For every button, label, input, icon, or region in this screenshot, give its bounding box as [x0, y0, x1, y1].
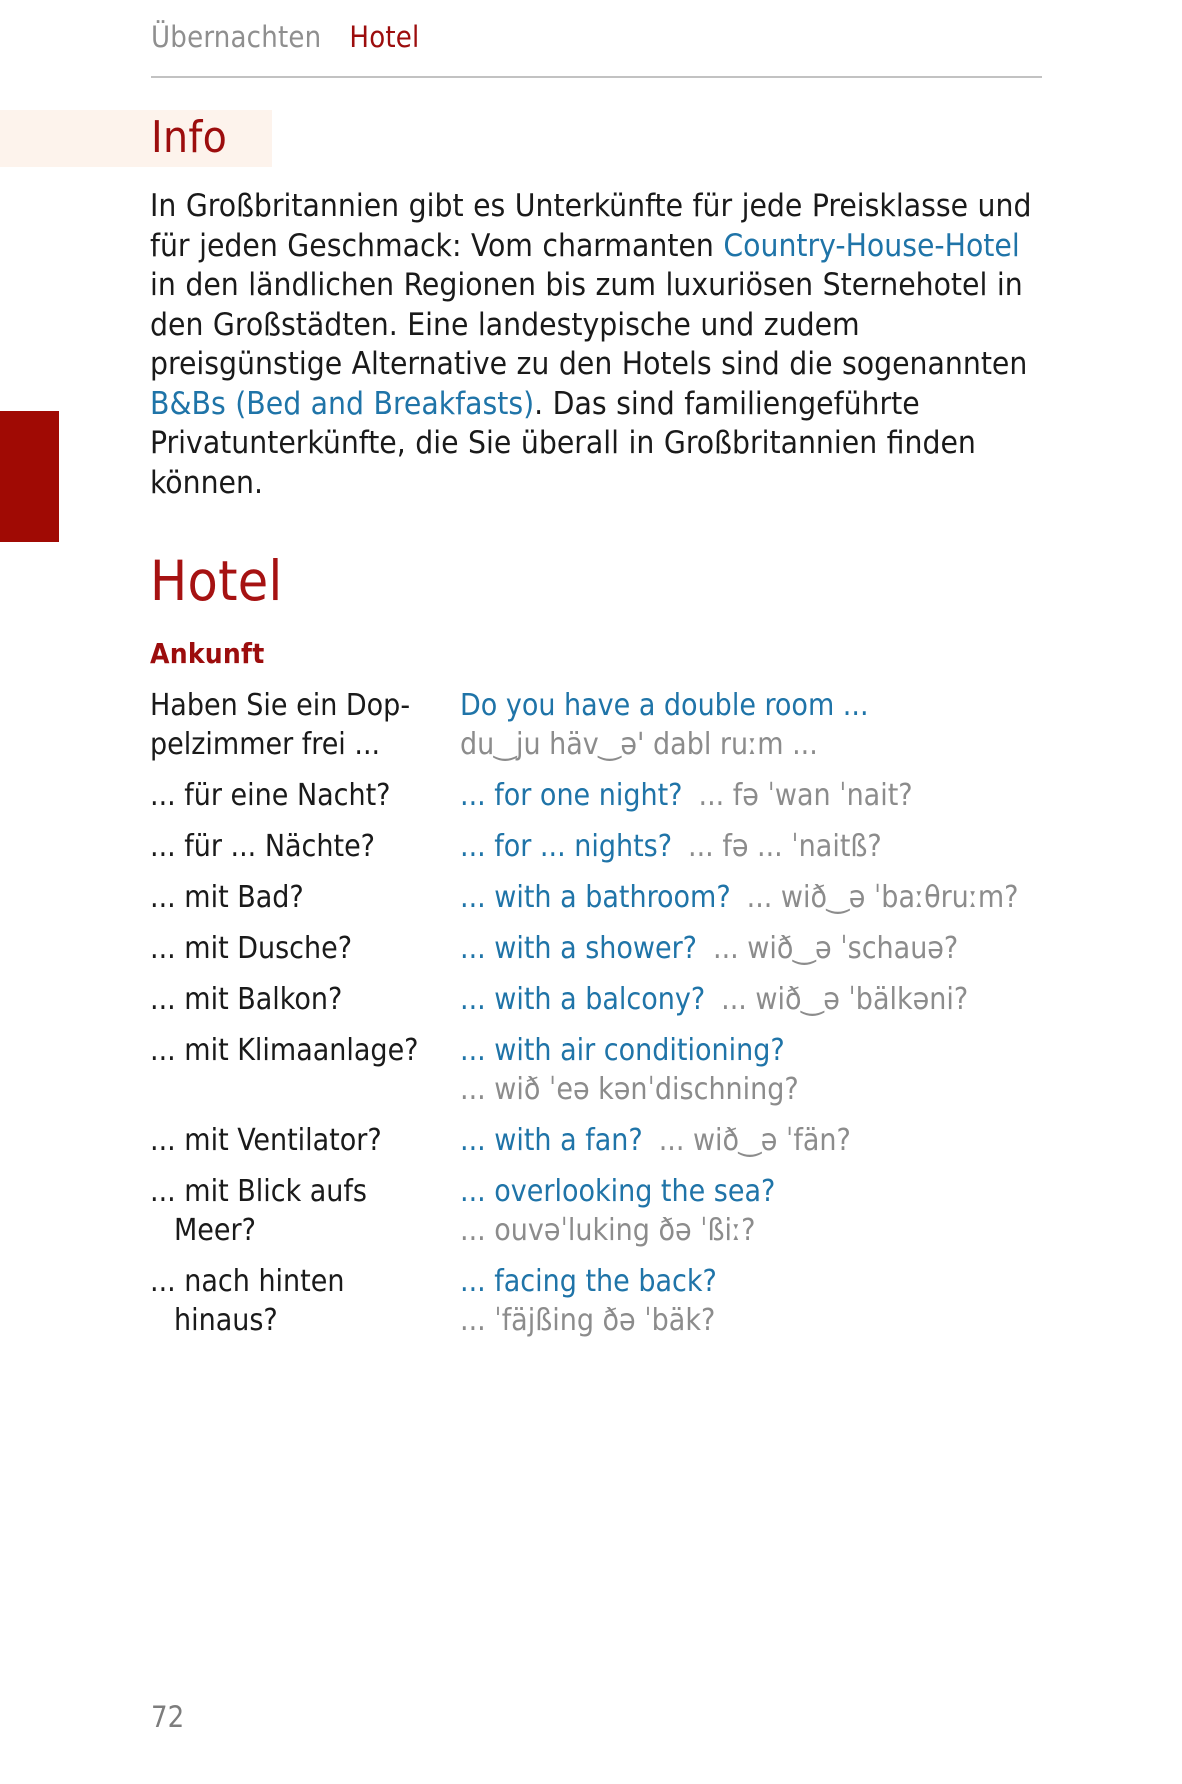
phrase-pronunciation: ... wið‿ə ˈschauə? [713, 931, 959, 966]
info-paragraph: In Großbritannien gibt es Unterkünfte fü… [150, 187, 1052, 503]
phrase-pronunciation: ... fə ˈwan ˈnait? [698, 778, 913, 813]
phrase-german-line: ... mit Blick aufs [150, 1174, 367, 1209]
phrase-row: ... mit Dusche? ... with a shower? ... wið… [150, 929, 1070, 968]
phrase-english: ... with a fan? ... wið‿ə ˈfän? [460, 1121, 1070, 1160]
phrase-row: ... mit Ventilator?... with a fan?... wi… [150, 1121, 1070, 1160]
info-heading-background [0, 110, 272, 167]
phrase-row: Haben Sie ein Dop-pelzimmer frei ... Do y… [150, 686, 1070, 764]
phrase-english: ... for one night? ... fə ˈwan ˈnait? [460, 776, 1070, 815]
chapter-edge-tab [0, 411, 59, 542]
phrase-english: ... with air conditioning? ... wið ˈeə kə… [460, 1031, 1070, 1109]
phrase-english-text: ... with a shower? [460, 931, 697, 966]
phrase-german-line: ... mit Balkon? [150, 982, 343, 1017]
phrase-german-line: ... für ... Nächte? [150, 829, 375, 864]
phrase-row: ... mit Bad? ... with a bathroom? ... wið‿… [150, 878, 1070, 917]
info-term-highlight: B&Bs (Bed and Breakfasts) [150, 385, 535, 422]
phrase-row: ... mit Blick aufs Meer? ... overlooking t… [150, 1172, 1070, 1250]
phrase-german: ... für eine Nacht? [150, 776, 460, 815]
phrase-german-line: ... mit Dusche? [150, 931, 353, 966]
phrase-english: ... with a balcony? ... wið‿ə ˈbälkəni? [460, 980, 1070, 1019]
phrase-english: ... facing the back? ... ˈfäjßing ðə ˈbäk… [460, 1262, 1070, 1340]
breadcrumb-topic: Hotel [349, 20, 420, 54]
phrase-english-text: ... with a balcony? [460, 982, 706, 1017]
phrase-german-line: ... mit Klimaanlage? [150, 1033, 419, 1068]
phrase-english-text: ... with air conditioning? [460, 1033, 785, 1068]
phrase-german-line: hinaus? [174, 1303, 278, 1338]
header-divider [151, 76, 1042, 78]
section-title: Hotel [150, 549, 283, 613]
phrase-english: ... for ... nights? ... fə ... ˈnaitß? [460, 827, 1070, 866]
phrase-german: ... mit Dusche? [150, 929, 460, 968]
phrase-row: ... mit Balkon?... with a balcony?... wi… [150, 980, 1070, 1019]
phrase-german-line: Haben Sie ein Dop- [150, 688, 411, 723]
running-header: Übernachten Hotel [0, 0, 1182, 84]
phrase-german: ... mit Ventilator? [150, 1121, 460, 1160]
phrase-row: ... für ... Nächte? ... for ... nights?..… [150, 827, 1070, 866]
phrase-english-text: ... with a fan? [460, 1123, 643, 1158]
phrase-english-text: ... with a bathroom? [460, 880, 731, 915]
phrase-english-text: ... for one night? [460, 778, 683, 813]
phrase-english-text: ... overlooking the sea? [460, 1174, 776, 1209]
phrase-english-text: ... for ... nights? [460, 829, 673, 864]
phrase-pronunciation: ... wið‿ə ˈbälkəni? [721, 982, 969, 1017]
phrase-table: Haben Sie ein Dop-pelzimmer frei ... Do y… [150, 686, 1070, 1352]
phrase-german: ... mit Blick aufs Meer? [150, 1172, 460, 1250]
phrase-german: ... nach hinten hinaus? [150, 1262, 460, 1340]
phrase-row: ... mit Klimaanlage? ... with air conditi… [150, 1031, 1070, 1109]
phrase-german: ... für ... Nächte? [150, 827, 460, 866]
phrase-german-line: ... mit Bad? [150, 880, 304, 915]
section-subtitle: Ankunft [150, 637, 265, 670]
phrase-pronunciation: ... ˈfäjßing ðə ˈbäk? [460, 1303, 716, 1338]
phrase-pronunciation: ... fə ... ˈnaitß? [688, 829, 882, 864]
phrase-german-line: Meer? [174, 1213, 256, 1248]
phrase-german: ... mit Klimaanlage? [150, 1031, 460, 1070]
phrase-german-line: ... mit Ventilator? [150, 1123, 382, 1158]
info-heading: Info [151, 112, 228, 163]
phrase-german-line: ... für eine Nacht? [150, 778, 391, 813]
phrase-row: ... für eine Nacht? ... for one night?...… [150, 776, 1070, 815]
info-text-run: in den ländlichen Regionen bis zum luxur… [150, 267, 1028, 382]
phrase-pronunciation: ... ouvəˈluking ðə ˈßiː? [460, 1213, 756, 1248]
phrase-english: ... with a bathroom? ... wið‿ə ˈbaːθruːm? [460, 878, 1070, 917]
phrase-english-text: ... facing the back? [460, 1264, 717, 1299]
breadcrumb: Übernachten Hotel [151, 20, 420, 54]
phrase-pronunciation: ... wið‿ə ˈbaːθruːm? [746, 880, 1019, 915]
phrase-german: ... mit Bad? [150, 878, 460, 917]
phrase-german-line: pelzimmer frei ... [150, 727, 381, 762]
breadcrumb-section: Übernachten [151, 20, 322, 54]
phrase-english-text: Do you have a double room ... [460, 688, 869, 723]
phrase-english: ... overlooking the sea? ... ouvəˈluking … [460, 1172, 1070, 1250]
page-number: 72 [151, 1700, 185, 1734]
phrase-pronunciation: du‿ju häv‿ə' dabl ruːm ... [460, 727, 818, 762]
phrase-english: ... with a shower? ... wið‿ə ˈschauə? [460, 929, 1070, 968]
phrase-german: Haben Sie ein Dop-pelzimmer frei ... [150, 686, 460, 764]
phrase-pronunciation: ... wið‿ə ˈfän? [658, 1123, 851, 1158]
info-term-highlight: Country-House-Hotel [723, 227, 1020, 264]
phrase-english: Do you have a double room ... du‿ju häv‿ə… [460, 686, 1070, 764]
phrase-german: ... mit Balkon? [150, 980, 460, 1019]
phrase-pronunciation: ... wið ˈeə kənˈdischning? [460, 1072, 799, 1107]
phrase-row: ... nach hinten hinaus? ... facing the bac… [150, 1262, 1070, 1340]
phrase-german-line: ... nach hinten [150, 1264, 345, 1299]
